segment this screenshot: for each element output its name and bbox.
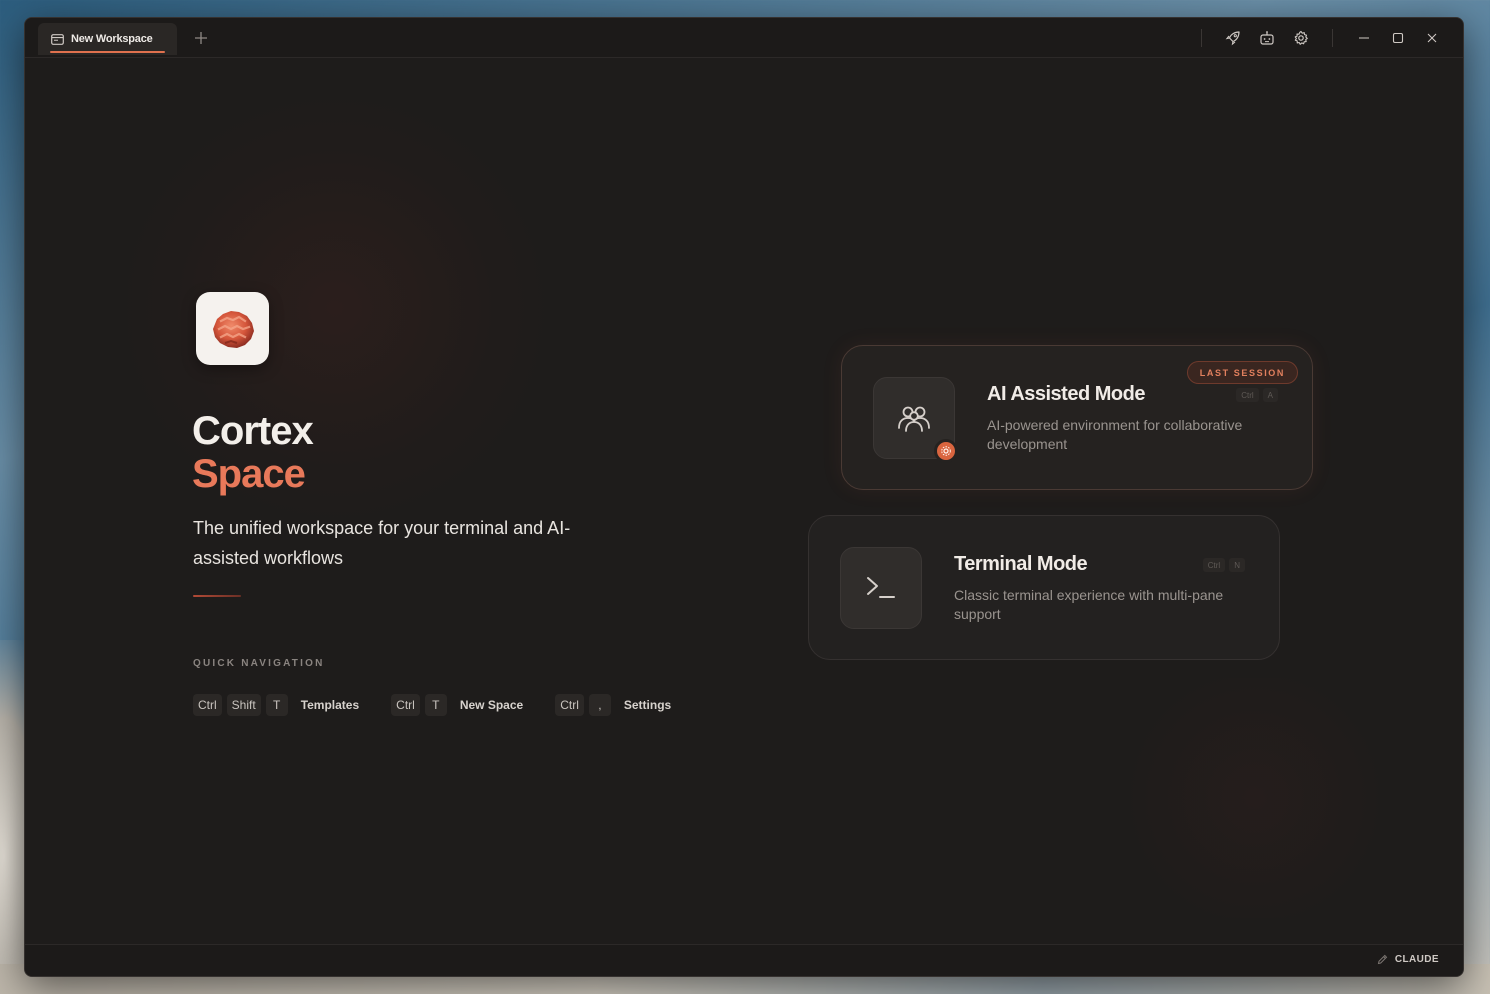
plus-icon[interactable] [193,30,209,46]
terminal-mode-description: Classic terminal experience with multi-p… [954,587,1224,622]
title-bar: New Workspace [25,18,1463,58]
quick-navigation-heading: QUICK NAVIGATION [193,658,325,669]
terminal-mode-shortcut: Ctrl N [1202,558,1245,572]
tab-label: New Workspace [71,33,153,45]
terminal-mode-title: Terminal Mode [954,553,1088,575]
app-logo [196,292,269,365]
key-cap: Ctrl [391,694,420,716]
shortcut-settings[interactable]: Ctrl , Settings [555,694,671,716]
maximize-icon[interactable] [1381,28,1415,48]
key-cap: , [588,694,611,716]
terminal-mode-card[interactable]: Terminal Mode Classic terminal experienc… [808,515,1280,660]
key-cap: Shift [226,694,261,716]
tab-new-workspace[interactable]: New Workspace [38,23,177,55]
quick-navigation: Ctrl Shift T Templates Ctrl T New Space … [193,694,703,716]
window-controls [1187,28,1449,48]
toolbar-divider [1201,29,1202,47]
key-cap: Ctrl [193,694,222,716]
app-tagline: The unified workspace for your terminal … [193,518,571,568]
brain-logo-icon [212,310,254,348]
shortcut-new-space[interactable]: Ctrl T New Space [391,694,523,716]
app-window: New Workspace Cortex Space The unified w… [24,17,1464,977]
ai-mode-shortcut: Ctrl A [1236,388,1278,402]
background-glow [95,98,575,518]
key-cap: Ctrl [1236,388,1259,402]
key-cap: N [1229,558,1245,572]
key-cap: T [424,694,447,716]
shortcut-label: Settings [623,698,672,712]
app-title: Cortex [192,409,314,453]
accent-divider [193,595,241,597]
terminal-icon [840,547,922,629]
ai-assisted-mode-card[interactable]: AI Assisted Mode AI-powered environment … [841,345,1313,490]
gear-icon[interactable] [1284,28,1318,48]
app-title-accent: Space [192,452,306,496]
pencil-icon [1377,954,1388,965]
key-cap: A [1262,388,1278,402]
shortcut-label: Templates [300,698,360,712]
toolbar-divider [1332,29,1333,47]
sparkle-gear-icon [934,439,958,463]
rocket-icon[interactable] [1216,28,1250,48]
key-cap: Ctrl [1202,558,1226,572]
ai-mode-title: AI Assisted Mode [987,383,1145,405]
provider-label: CLAUDE [1394,954,1439,965]
shortcut-label: New Space [459,698,524,712]
background-glow-secondary [1105,678,1405,918]
minimize-icon[interactable] [1347,28,1381,48]
close-icon[interactable] [1415,28,1449,48]
provider-indicator[interactable]: CLAUDE [1377,954,1439,965]
last-session-badge: LAST SESSION [1186,361,1298,384]
key-cap: T [265,694,288,716]
robot-icon[interactable] [1250,28,1284,48]
key-cap: Ctrl [555,694,584,716]
workspace-icon [51,33,64,45]
ai-mode-description: AI-powered environment for collaborative… [987,417,1243,452]
status-bar: CLAUDE [25,944,1463,976]
shortcut-templates[interactable]: Ctrl Shift T Templates [193,694,359,716]
